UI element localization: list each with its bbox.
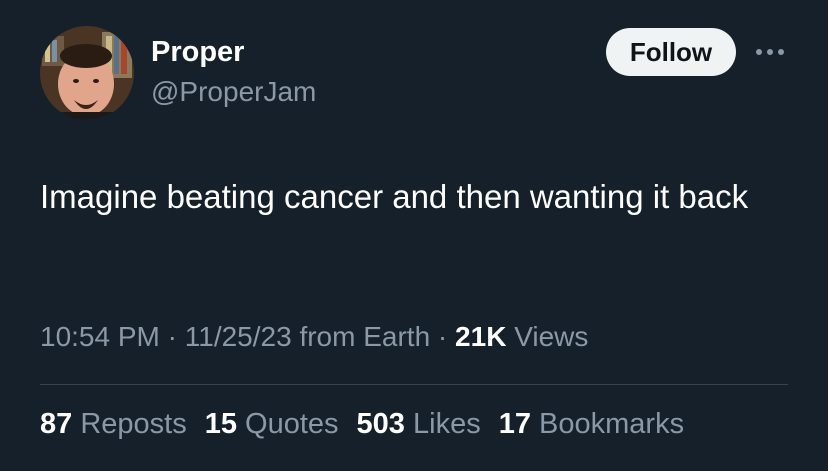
tweet-meta: 10:54 PM · 11/25/23 from Earth · 21K Vie… bbox=[40, 321, 588, 353]
quotes-stat[interactable]: 15 Quotes bbox=[205, 408, 339, 441]
tweet-source: from Earth bbox=[291, 321, 431, 352]
avatar[interactable] bbox=[40, 26, 134, 120]
bookmarks-count: 17 bbox=[498, 408, 531, 440]
meta-separator: · bbox=[159, 321, 185, 352]
bookmarks-stat[interactable]: 17 Bookmarks bbox=[499, 408, 684, 441]
author-handle[interactable]: @ProperJam bbox=[151, 76, 316, 108]
tweet-time[interactable]: 10:54 PM bbox=[40, 321, 160, 352]
reposts-count: 87 bbox=[40, 408, 73, 440]
divider bbox=[40, 384, 788, 385]
profile-photo bbox=[40, 26, 134, 120]
tweet-text: Imagine beating cancer and then wanting … bbox=[40, 178, 749, 215]
quotes-label: Quotes bbox=[236, 408, 339, 440]
tweet-date[interactable]: 11/25/23 bbox=[185, 321, 292, 352]
likes-stat[interactable]: 503 Likes bbox=[357, 408, 481, 441]
quotes-count: 15 bbox=[204, 408, 237, 440]
follow-button[interactable]: Follow bbox=[606, 28, 736, 76]
reposts-label: Reposts bbox=[72, 408, 187, 440]
bookmarks-label: Bookmarks bbox=[530, 408, 685, 440]
views-label: Views bbox=[506, 321, 589, 352]
views-count: 21K bbox=[455, 321, 507, 352]
likes-count: 503 bbox=[356, 408, 405, 440]
more-horizontal-icon[interactable] bbox=[752, 40, 788, 64]
reposts-stat[interactable]: 87 Reposts bbox=[40, 408, 187, 441]
meta-separator: · bbox=[430, 321, 456, 352]
likes-label: Likes bbox=[404, 408, 481, 440]
engagement-stats: 87 Reposts 15 Quotes 503 Likes 17 Bookma… bbox=[40, 408, 684, 441]
author-name[interactable]: Proper bbox=[151, 36, 244, 69]
